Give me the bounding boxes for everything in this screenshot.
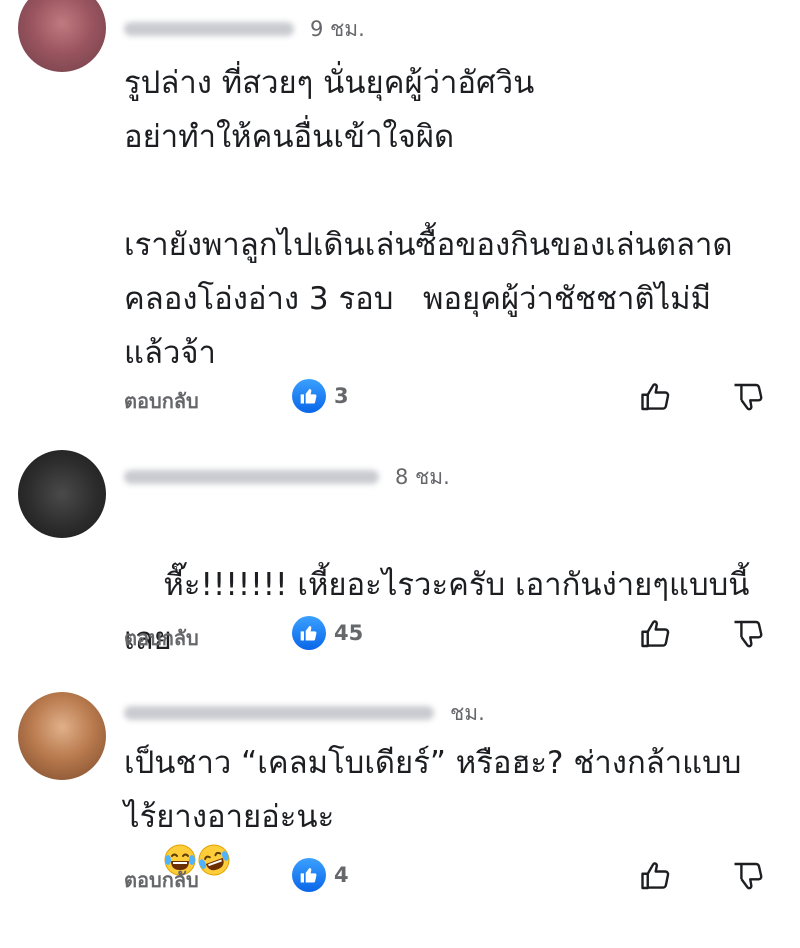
comment-text: เป็นชาว “เคลมโบเดียร์” หรือฮะ? ช่างกล้าแ… — [124, 745, 742, 835]
comment-actions: ตอบกลับ 4 — [124, 856, 780, 896]
like-summary[interactable]: 3 — [292, 379, 349, 413]
comment-time[interactable]: ชม. — [450, 697, 485, 730]
thumb-up-outline-icon[interactable] — [636, 377, 676, 417]
comment-meta: 9 ชม. — [124, 14, 365, 44]
thumbs-up-icon — [292, 858, 326, 892]
thumb-down-outline-icon[interactable] — [728, 614, 768, 654]
avatar[interactable] — [18, 692, 106, 780]
author-name[interactable] — [124, 470, 379, 484]
comment-time[interactable]: 9 ชม. — [310, 13, 365, 46]
comment-meta: ชม. — [124, 698, 485, 728]
thumb-up-outline-icon[interactable] — [636, 856, 676, 896]
reply-button[interactable]: ตอบกลับ — [124, 864, 199, 896]
thumb-down-outline-icon[interactable] — [728, 377, 768, 417]
author-name[interactable] — [124, 706, 434, 720]
comment-time[interactable]: 8 ชม. — [395, 461, 450, 494]
like-count: 3 — [334, 384, 349, 408]
comment-actions: ตอบกลับ 3 — [124, 377, 780, 417]
comment-actions: ตอบกลับ 45 — [124, 614, 780, 654]
reply-button[interactable]: ตอบกลับ — [124, 622, 199, 654]
thumb-down-outline-icon[interactable] — [728, 856, 768, 896]
like-summary[interactable]: 45 — [292, 616, 363, 650]
thumbs-up-icon — [292, 616, 326, 650]
comment-meta: 8 ชม. — [124, 462, 450, 492]
like-count: 4 — [334, 863, 349, 887]
reply-button[interactable]: ตอบกลับ — [124, 385, 199, 417]
thumbs-up-icon — [292, 379, 326, 413]
thumb-up-outline-icon[interactable] — [636, 614, 676, 654]
avatar[interactable] — [18, 450, 106, 538]
comment-text: รูปล่าง ที่สวยๆ นั่นยุคผู้ว่าอัศวิน อย่า… — [124, 65, 733, 371]
author-name[interactable] — [124, 22, 294, 36]
avatar[interactable] — [18, 0, 106, 72]
like-summary[interactable]: 4 — [292, 858, 349, 892]
like-count: 45 — [334, 621, 364, 645]
